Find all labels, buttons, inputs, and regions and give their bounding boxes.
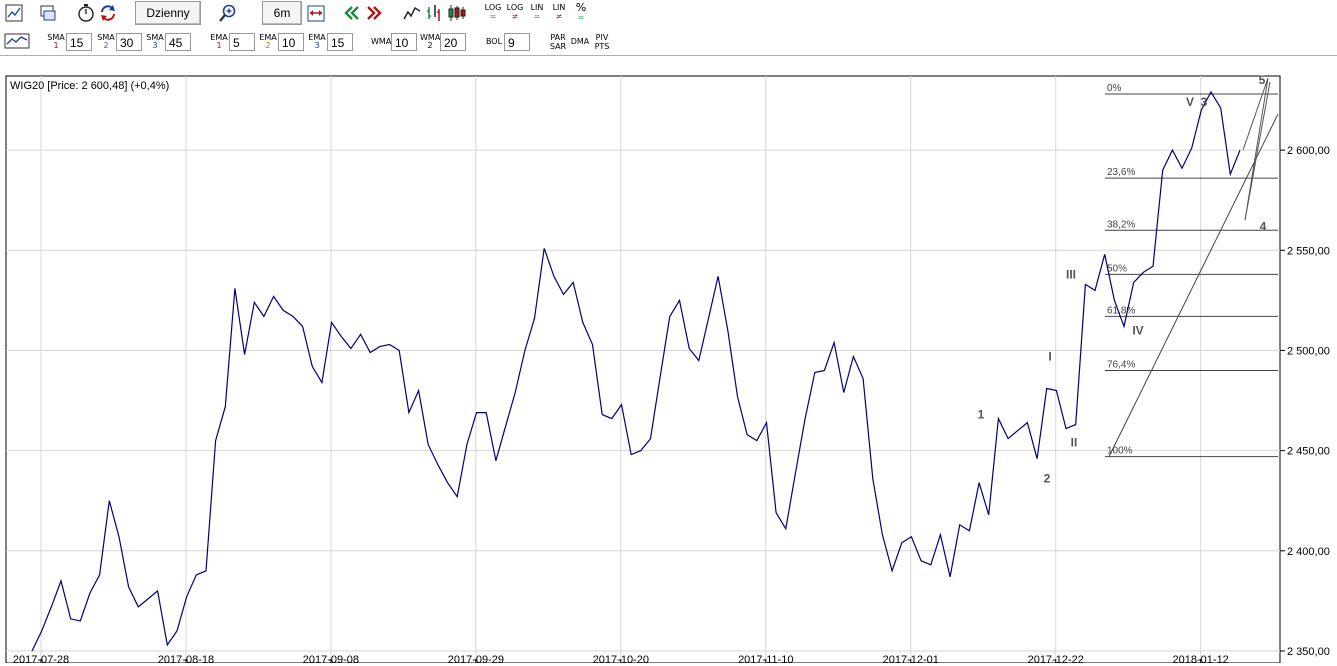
calendar-range-icon[interactable] xyxy=(306,3,326,23)
chart-title: WIG20 [Price: 2 600,48] (+0,4%) xyxy=(10,80,169,92)
sma1-period-input[interactable]: 15 xyxy=(66,33,92,51)
ema2-setting: EMA 2 10 xyxy=(258,32,304,52)
sma3-setting: SMA 3 45 xyxy=(145,32,191,52)
y-tick-label: 2 600,00 xyxy=(1287,145,1330,157)
bol-setting: BOL 9 xyxy=(484,32,530,52)
x-tick-label: 2017-09-29 xyxy=(448,654,504,663)
scale-log-equal-button[interactable]: LOG = xyxy=(482,3,504,24)
zoom-icon[interactable] xyxy=(218,3,238,23)
wave-label: I xyxy=(1048,349,1051,363)
double-chevron-right-icon[interactable] xyxy=(364,3,384,23)
fib-level-label: 76,4% xyxy=(1107,360,1135,371)
y-tick-label: 2 400,00 xyxy=(1287,546,1330,558)
scale-lin-unequal-button[interactable]: LIN ≠ xyxy=(548,3,570,24)
wave-label: 1 xyxy=(978,408,985,422)
fib-level-label: 23,6% xyxy=(1107,167,1135,178)
sma1-setting: SMA 1 15 xyxy=(46,32,92,52)
wave-label: 4 xyxy=(1260,219,1267,233)
chart-area[interactable]: 0% 23,6% 38,2% 50% 61,8% 76,4% 100% 1 2 I II III IV… xyxy=(0,56,1337,666)
refresh-icon[interactable] xyxy=(98,3,118,23)
y-tick-label: 2 500,00 xyxy=(1287,345,1330,357)
wave-label: 5 xyxy=(1259,73,1266,87)
x-tick-label: 2018-01-12 xyxy=(1173,654,1229,663)
sma2-period-input[interactable]: 30 xyxy=(116,33,142,51)
wave-label: III xyxy=(1066,267,1076,281)
scale-percent-button[interactable]: % = xyxy=(570,2,592,24)
x-tick-label: 2017-09-08 xyxy=(303,654,359,663)
candlestick-icon[interactable] xyxy=(446,3,466,23)
y-tick-label: 2 550,00 xyxy=(1287,245,1330,257)
fib-level-label: 61,8% xyxy=(1107,305,1135,316)
ohlc-bars-icon[interactable] xyxy=(424,3,444,23)
main-toolbar: Dzienny 6m LOG = LOG ≠ LIN = LIN ≠ % = xyxy=(0,0,1337,29)
fib-level-label: 100% xyxy=(1107,446,1133,457)
ema3-period-input[interactable]: 15 xyxy=(327,33,353,51)
line-chart-icon[interactable] xyxy=(402,3,422,23)
sma2-setting: SMA 2 30 xyxy=(96,32,142,52)
indicator-toolbar: SMA 1 15 SMA 2 30 SMA 3 45 EMA 1 5 EMA 2 10 E… xyxy=(0,28,1337,56)
bol-period-input[interactable]: 9 xyxy=(504,33,530,51)
wma2-period-input[interactable]: 20 xyxy=(440,33,466,51)
ema1-setting: EMA 1 5 xyxy=(209,32,255,52)
window-icon[interactable] xyxy=(38,3,58,23)
x-tick-label: 2017-08-18 xyxy=(158,654,214,663)
wave-label: 2 xyxy=(1044,472,1051,486)
ema2-period-input[interactable]: 10 xyxy=(278,33,304,51)
par-sar-button[interactable]: PAR SAR xyxy=(547,33,569,54)
double-chevron-left-icon[interactable] xyxy=(342,3,362,23)
fib-level-label: 50% xyxy=(1107,263,1127,274)
wma1-setting: WMA 10 xyxy=(371,32,417,52)
x-tick-label: 2017-12-22 xyxy=(1028,654,1084,663)
indicator-chart-icon[interactable] xyxy=(4,31,30,51)
wave-label: 3 xyxy=(1201,95,1208,109)
dma-button[interactable]: DMA xyxy=(569,37,591,58)
sma3-period-input[interactable]: 45 xyxy=(165,33,191,51)
wave-label: IV xyxy=(1132,323,1143,337)
ema1-period-input[interactable]: 5 xyxy=(229,33,255,51)
wma2-setting: WMA 2 20 xyxy=(420,32,466,52)
range-select[interactable]: 6m xyxy=(262,1,302,25)
wave-label: V xyxy=(1186,95,1194,109)
y-tick-label: 2 450,00 xyxy=(1287,446,1330,458)
interval-select[interactable]: Dzienny xyxy=(135,1,201,25)
x-tick-label: 2017-07-28 xyxy=(13,654,69,663)
x-tick-label: 2017-12-01 xyxy=(883,654,939,663)
y-tick-label: 2 350,00 xyxy=(1287,646,1330,658)
scale-lin-equal-button[interactable]: LIN = xyxy=(526,3,548,24)
fib-level-label: 38,2% xyxy=(1107,219,1135,230)
price-chart[interactable]: 0%23,6%38,2%50%61,8%76,4%100% 12IIIIIIIV… xyxy=(0,56,1337,666)
piv-pts-button[interactable]: PIV PTS xyxy=(591,33,613,54)
scale-log-unequal-button[interactable]: LOG ≠ xyxy=(504,3,526,24)
wma1-period-input[interactable]: 10 xyxy=(391,33,417,51)
x-tick-label: 2017-10-20 xyxy=(593,654,649,663)
ema3-setting: EMA 3 15 xyxy=(307,32,353,52)
wave-label: II xyxy=(1071,436,1078,450)
stopwatch-icon[interactable] xyxy=(76,3,96,23)
x-tick-label: 2017-11-10 xyxy=(738,654,793,663)
chart-window-icon[interactable] xyxy=(4,3,24,23)
fib-level-label: 0% xyxy=(1107,83,1122,94)
